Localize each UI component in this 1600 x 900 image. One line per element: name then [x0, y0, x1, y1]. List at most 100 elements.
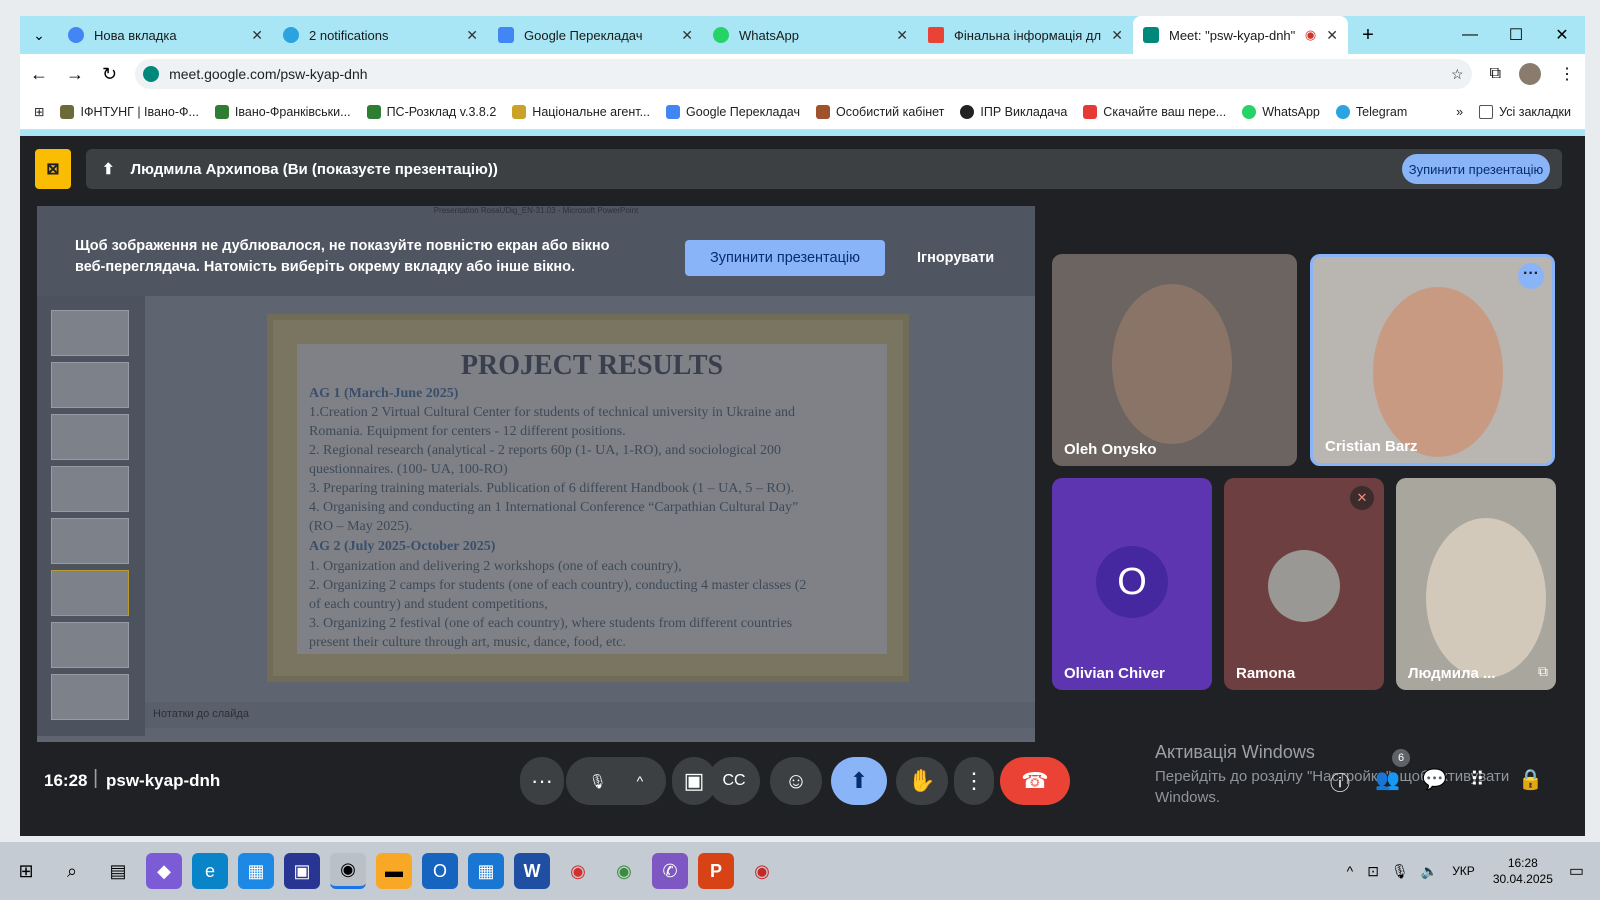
star-icon[interactable]: ☆	[1451, 66, 1464, 83]
powerpoint-icon[interactable]: P	[698, 853, 734, 889]
reload-icon[interactable]: ↻	[102, 64, 117, 85]
bookmark[interactable]: ІФНТУНГ | Івано-Ф...	[60, 104, 199, 119]
word-icon[interactable]: W	[514, 853, 550, 889]
close-icon[interactable]: ✕	[681, 27, 693, 44]
slide-notes[interactable]: Нотатки до слайда	[145, 702, 1035, 728]
pip-icon[interactable]: ⧉	[1538, 663, 1548, 680]
raise-hand-button[interactable]: ✋	[896, 757, 948, 805]
close-icon[interactable]: ✕	[466, 27, 478, 44]
more-actions-button[interactable]: ···	[520, 757, 564, 805]
control-bar: 16:28 | psw-kyap-dnh ··· 🎙 ^ ▣ CC ☺ ⬆ ✋ ⋮…	[20, 749, 1585, 815]
bookmark[interactable]: Google Перекладач	[666, 104, 800, 119]
people-icon[interactable]: 👥	[1375, 767, 1400, 792]
chrome-icon[interactable]: ◉	[560, 853, 596, 889]
chrome-icon[interactable]: ◉	[744, 853, 780, 889]
copilot-icon[interactable]: ◆	[146, 853, 182, 889]
slide-thumbnail[interactable]	[51, 414, 129, 460]
chrome-icon[interactable]: ◉	[606, 853, 642, 889]
microphone-button[interactable]: 🎙 ^	[566, 757, 666, 805]
network-icon[interactable]: ⊡	[1367, 863, 1379, 880]
close-icon[interactable]: ✕	[1326, 27, 1338, 44]
bookmark[interactable]: Telegram	[1335, 104, 1407, 119]
task-view-icon[interactable]: ▤	[100, 853, 136, 889]
participant-tile[interactable]: ✕ Ramona	[1224, 478, 1384, 690]
avatar[interactable]	[1519, 63, 1541, 85]
emoji-button[interactable]: ☺	[770, 757, 822, 805]
outlook-icon[interactable]: O	[422, 853, 458, 889]
tab-translate[interactable]: Google Перекладач ✕	[488, 16, 703, 54]
bookmark[interactable]: WhatsApp	[1242, 104, 1320, 119]
chrome-icon[interactable]: ◉	[330, 853, 366, 889]
menu-icon[interactable]: ⋮	[1559, 64, 1575, 84]
activities-icon[interactable]: ⠿	[1470, 767, 1485, 792]
present-button[interactable]: ⬆	[831, 757, 887, 805]
bookmark[interactable]: Скачайте ваш пере...	[1083, 104, 1226, 119]
store-icon[interactable]: ▦	[238, 853, 274, 889]
host-controls-icon[interactable]: 🔒	[1518, 767, 1543, 792]
address-bar[interactable]: meet.google.com/psw-kyap-dnh ☆	[135, 59, 1472, 89]
info-icon[interactable]: ⓘ	[1330, 767, 1350, 796]
participant-name: Cristian Barz	[1325, 438, 1418, 455]
minimize-icon[interactable]: —	[1447, 26, 1493, 44]
apps-icon[interactable]: ⊞	[34, 104, 44, 119]
camera-icon: ▣	[683, 768, 705, 793]
close-icon[interactable]: ✕	[251, 27, 263, 44]
site-info-icon[interactable]	[143, 66, 160, 82]
close-icon[interactable]: ✕	[896, 27, 908, 44]
slide-thumbnail[interactable]	[51, 310, 129, 356]
participant-tile-active[interactable]: ··· Cristian Barz	[1310, 254, 1555, 466]
viber-icon[interactable]: ✆	[652, 853, 688, 889]
slide-thumbnail[interactable]	[51, 674, 129, 720]
volume-icon[interactable]: 🔈	[1421, 863, 1438, 880]
slide-line: AG 1 (March-June 2025)	[309, 386, 459, 401]
tab-new[interactable]: Нова вкладка ✕	[58, 16, 273, 54]
window-close-icon[interactable]: ✕	[1539, 25, 1585, 45]
tab-meet[interactable]: Meet: "psw-kyap-dnh" ◉ ✕	[1133, 16, 1348, 54]
participant-tile[interactable]: Oleh Onysko	[1052, 254, 1297, 466]
leave-call-button[interactable]: ☎	[1000, 757, 1070, 805]
slide-thumbnail[interactable]	[51, 518, 129, 564]
bookmark[interactable]: Івано-Франківськи...	[214, 104, 351, 119]
bookmark[interactable]: Особистий кабінет	[815, 104, 944, 119]
participant-tile[interactable]: ⧉ Людмила ...	[1396, 478, 1556, 690]
chevron-up-icon[interactable]: ^	[1347, 863, 1354, 879]
bookmark[interactable]: ІПР Викладача	[960, 104, 1067, 119]
tab-telegram[interactable]: 2 notifications ✕	[273, 16, 488, 54]
save-app-icon[interactable]: ▣	[284, 853, 320, 889]
notifications-icon[interactable]: ▭	[1569, 861, 1584, 881]
stop-presenting-button[interactable]: Зупинити презентацію	[685, 240, 885, 276]
slide-thumbnail[interactable]	[51, 362, 129, 408]
tab-search-icon[interactable]: ⌄	[20, 27, 58, 44]
extensions-icon[interactable]: ⧉	[1490, 65, 1501, 83]
more-options-button[interactable]: ⋮	[954, 757, 994, 805]
slide-thumbnail[interactable]	[51, 466, 129, 512]
folder-icon[interactable]: ▬	[376, 853, 412, 889]
ignore-button[interactable]: Ігнорувати	[917, 250, 994, 266]
start-icon[interactable]: ⊞	[8, 853, 44, 889]
captions-button[interactable]: CC	[708, 757, 760, 805]
tab-gmail[interactable]: Фінальна інформація для с✕	[918, 16, 1133, 54]
clock[interactable]: 16:28 30.04.2025	[1493, 855, 1553, 887]
maximize-icon[interactable]: ☐	[1493, 25, 1539, 45]
edge-icon[interactable]: e	[192, 853, 228, 889]
slide-thumbnail[interactable]	[51, 622, 129, 668]
more-options-icon[interactable]: ···	[1518, 263, 1544, 289]
back-icon[interactable]: ←	[30, 64, 48, 85]
mic-icon[interactable]: 🎙	[1391, 863, 1409, 880]
slide-thumbnail[interactable]	[51, 570, 129, 616]
more-bookmarks-icon[interactable]: »	[1456, 105, 1463, 119]
search-icon[interactable]: ⌕	[54, 853, 90, 889]
forward-icon[interactable]: →	[66, 64, 84, 85]
bookmark[interactable]: ПС-Розклад v.3.8.2	[366, 104, 496, 119]
close-icon[interactable]: ✕	[1111, 27, 1123, 44]
calculator-icon[interactable]: ▦	[468, 853, 504, 889]
stop-presenting-top-button[interactable]: Зупинити презентацію	[1402, 154, 1550, 184]
all-bookmarks[interactable]: Усі закладки	[1479, 104, 1571, 119]
chat-icon[interactable]: 💬	[1422, 767, 1447, 792]
new-tab-button[interactable]: +	[1348, 24, 1388, 47]
bookmark[interactable]: Національне агент...	[512, 104, 650, 119]
participant-tile[interactable]: O Olivian Chiver	[1052, 478, 1212, 690]
avatar: O	[1096, 546, 1168, 618]
language-indicator[interactable]: УКР	[1452, 864, 1475, 878]
tab-whatsapp[interactable]: WhatsApp ✕	[703, 16, 918, 54]
